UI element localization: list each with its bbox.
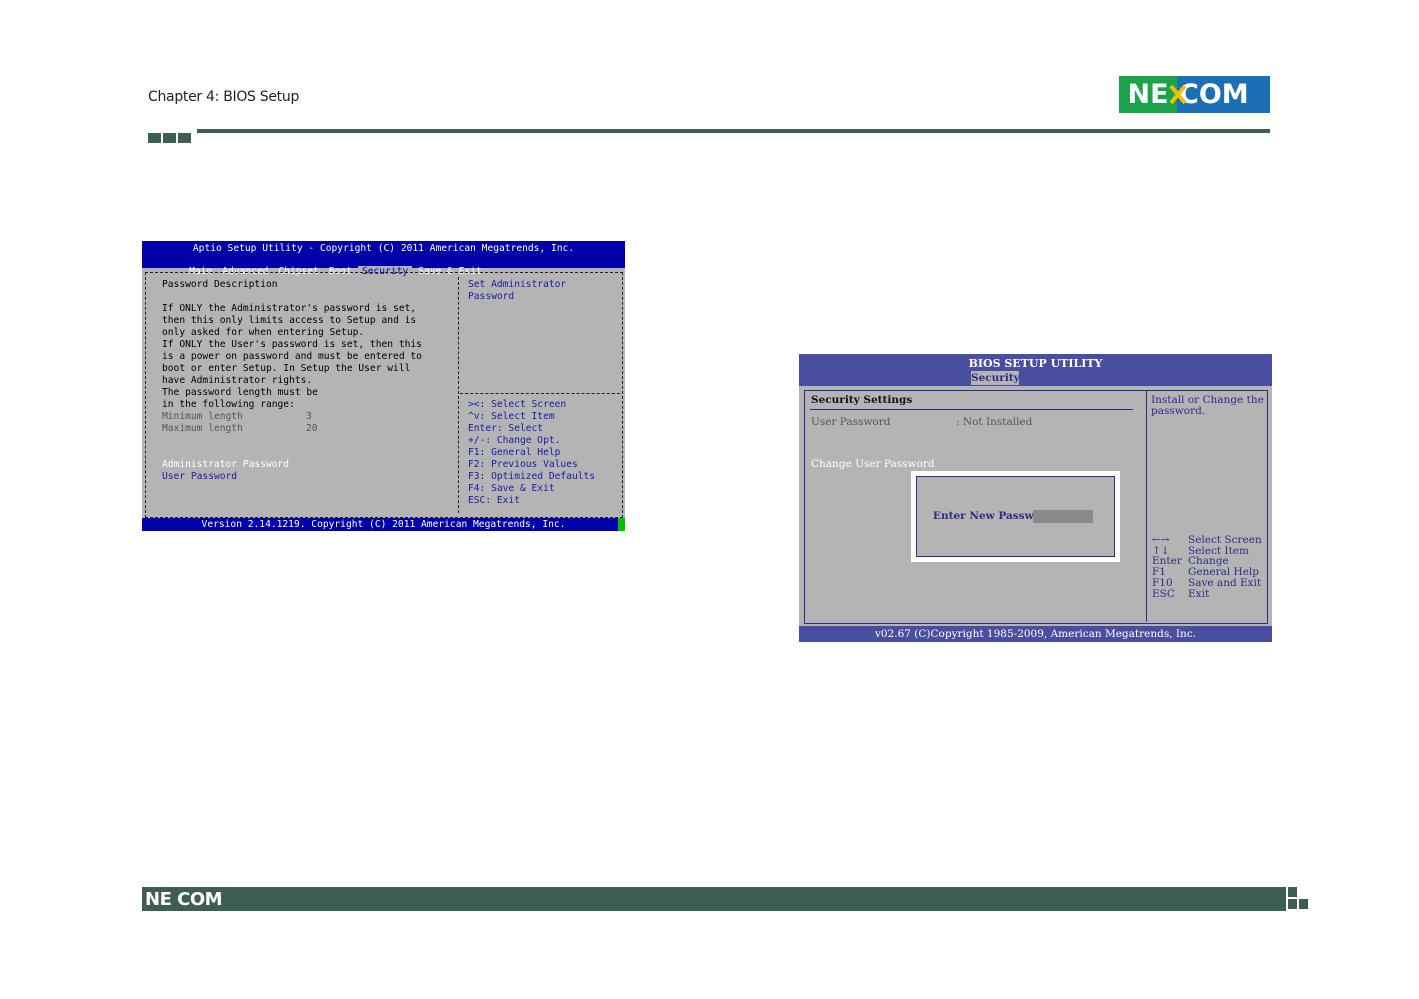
aptio-title: Aptio Setup Utility - Copyright (C) 2011…	[192, 243, 575, 254]
aptio-desc-line: only asked for when entering Setup.	[162, 327, 365, 338]
aptio-key-help: F3: Optimized Defaults	[468, 471, 596, 482]
chapter-title: Chapter 4: BIOS Setup	[148, 89, 300, 105]
bios-help-text: password.	[1151, 405, 1206, 417]
aptio-desc-line: If ONLY the User's password is set, then…	[162, 339, 422, 350]
nexcom-logo: NE COM	[1119, 76, 1270, 113]
aptio-max-length-value: 20	[306, 423, 318, 434]
aptio-desc-line: The password length must be	[162, 387, 318, 398]
bios-key-desc: Exit	[1188, 587, 1210, 600]
aptio-key-help: ^v: Select Item	[468, 411, 555, 422]
aptio-user-password[interactable]: User Password	[162, 471, 237, 482]
bios-setup-screenshot: BIOS SETUP UTILITY Security Security Set…	[799, 354, 1272, 642]
aptio-administrator-password[interactable]: Administrator Password	[162, 459, 289, 470]
aptio-key-help: Enter: Select	[468, 423, 544, 434]
aptio-desc-line: then this only limits access to Setup an…	[162, 315, 417, 326]
bios-section-title: Security Settings	[811, 394, 913, 406]
aptio-desc-line: If ONLY the Administrator's password is …	[162, 303, 417, 314]
bios-user-password-value: : Not Installed	[956, 416, 1033, 428]
aptio-key-help: F2: Previous Values	[468, 459, 578, 470]
password-dialog-inner: Enter New Password	[916, 476, 1115, 557]
logo-x-icon	[1169, 84, 1187, 105]
bios-title: BIOS SETUP UTILITY	[968, 357, 1103, 370]
bios-key: F10	[1152, 576, 1173, 589]
aptio-help-title: Set Administrator	[468, 279, 567, 290]
bios-split	[1146, 390, 1147, 622]
aptio-divider	[458, 277, 459, 513]
aptio-min-length-label: Minimum length	[162, 411, 243, 422]
aptio-footer: Version 2.14.1219. Copyright (C) 2011 Am…	[142, 518, 625, 531]
bios-key-help: ←→ Select Screen ↑↓ Select Item Enter Chang…	[1152, 535, 1262, 599]
aptio-key-help: F1: General Help	[468, 447, 561, 458]
aptio-status-indicator	[618, 518, 625, 531]
bios-section-underline	[810, 409, 1133, 410]
bios-change-user-password[interactable]: Change User Password	[811, 458, 935, 470]
aptio-key-help: ><: Select Screen	[468, 399, 567, 410]
aptio-desc-line: in the following range:	[162, 399, 295, 410]
new-password-input[interactable]	[1033, 510, 1093, 523]
aptio-key-help: ESC: Exit	[468, 495, 520, 506]
aptio-key-help: F4: Save & Exit	[468, 483, 555, 494]
bios-key: ESC	[1152, 587, 1175, 600]
bios-footer: v02.67 (C)Copyright 1985-2009, American …	[799, 626, 1272, 642]
aptio-desc-line: have Administrator rights.	[162, 375, 313, 386]
aptio-key-help: +/-: Change Opt.	[468, 435, 561, 446]
logo-com: COM	[1177, 76, 1270, 113]
aptio-desc-line: is a power on password and must be enter…	[162, 351, 422, 362]
aptio-setup-screenshot: Aptio Setup Utility - Copyright (C) 2011…	[142, 241, 625, 531]
header-squares	[148, 128, 193, 147]
aptio-desc-line: boot or enter Setup. In Setup the User w…	[162, 363, 411, 374]
aptio-max-length-label: Maximum length	[162, 423, 243, 434]
password-dialog: Enter New Password	[911, 471, 1120, 562]
bios-key-row: ESC Exit	[1152, 587, 1262, 600]
footer-logo: NE COM	[145, 889, 223, 910]
bios-user-password-label: User Password	[811, 416, 891, 428]
aptio-help-divider	[460, 393, 620, 394]
aptio-desc-line: Password Description	[162, 279, 278, 290]
footer-bar	[142, 887, 1286, 911]
aptio-help-title: Password	[468, 291, 515, 302]
header-rule	[197, 129, 1270, 133]
aptio-min-length-value: 3	[306, 411, 312, 422]
bios-tab-security[interactable]: Security	[971, 371, 1020, 385]
